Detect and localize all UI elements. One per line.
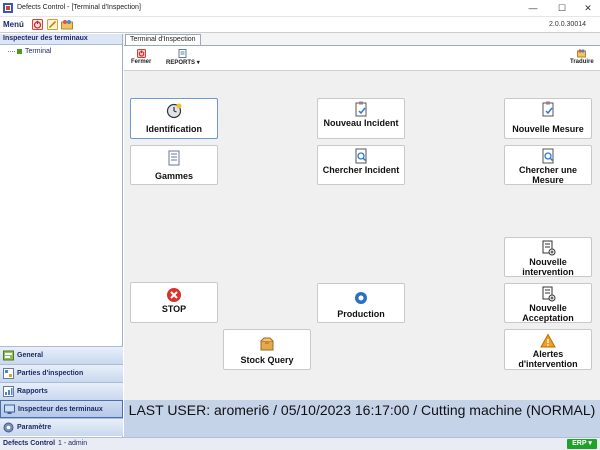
translate-button[interactable]: Traduire (570, 49, 594, 65)
close-form-button[interactable]: Fermer (131, 49, 151, 65)
nouvelle-mesure-tile[interactable]: Nouvelle Mesure (504, 98, 592, 139)
nouvelle-intervention-label: Nouvelle intervention (522, 257, 574, 277)
settings-icon (3, 422, 14, 433)
alertes-intervention-tile[interactable]: Alertes d'intervention (504, 329, 592, 370)
nav-label: Inspecteur des terminaux (18, 406, 103, 413)
tree-item-label: Terminal (25, 48, 52, 55)
stock-query-label: Stock Query (240, 355, 294, 365)
nav-label: Rapports (17, 388, 48, 395)
left-panel: Inspecteur des terminaux Terminal Genera… (0, 34, 123, 437)
identification-label: Identification (146, 124, 202, 134)
search-document-icon (542, 148, 554, 164)
erp-button[interactable]: ERP ▾ (567, 439, 597, 449)
reports-doc-icon (178, 49, 187, 58)
group-icon[interactable] (61, 19, 73, 30)
reports-icon (3, 386, 14, 397)
chevron-down-icon: ▾ (196, 60, 200, 66)
inspection-parts-icon (3, 368, 14, 379)
stop-icon (167, 288, 181, 302)
nav-item-settings[interactable]: Paramètre (0, 418, 123, 436)
gammes-label: Gammes (154, 171, 194, 181)
tree-item-terminal[interactable]: Terminal (8, 48, 51, 55)
chercher-mesure-tile[interactable]: Chercher une Mesure (504, 145, 592, 185)
close-button[interactable]: ✕ (578, 0, 598, 17)
main-menu[interactable]: Menú (3, 20, 24, 29)
title-bar: Defects Control - [Terminal d'Inspection… (0, 0, 600, 17)
nav-item-general[interactable]: General (0, 346, 123, 364)
alertes-intervention-label: Alertes d'intervention (518, 349, 578, 369)
production-tile[interactable]: Production (317, 283, 405, 323)
status-bar: Defects Control 1 - admin ERP ▾ (0, 437, 600, 450)
search-document-icon (355, 148, 367, 164)
nouvelle-acceptation-label: Nouvelle Acceptation (522, 303, 574, 323)
tile-area: Identification Gammes Nouveau Incident C… (124, 71, 600, 400)
box-icon (260, 337, 274, 351)
app-icon (3, 3, 13, 13)
production-label: Production (337, 309, 385, 319)
nav-label: Parties d'inspection (17, 370, 84, 377)
chercher-incident-tile[interactable]: Chercher Incident (317, 145, 405, 185)
terminal-inspector-icon (4, 404, 15, 414)
nouveau-incident-label: Nouveau Incident (323, 118, 399, 128)
tree-connector (8, 50, 15, 52)
toolbar: Fermer REPORTS ▾ Traduire (124, 45, 600, 71)
translate-label: Traduire (570, 59, 594, 65)
add-form-icon (542, 240, 556, 256)
warning-icon (540, 333, 556, 348)
power-icon[interactable] (32, 19, 43, 30)
minimize-button[interactable]: — (523, 0, 543, 17)
version-label: 2.0.0.30014 (549, 21, 586, 28)
production-gear-icon (355, 292, 367, 304)
status-app-name: Defects Control (3, 440, 56, 447)
status-user: 1 - admin (58, 440, 88, 447)
document-list-icon (168, 150, 180, 166)
nouvelle-mesure-label: Nouvelle Mesure (512, 124, 584, 134)
stock-query-tile[interactable]: Stock Query (223, 329, 311, 370)
maximize-button[interactable]: ☐ (552, 0, 572, 17)
close-form-label: Fermer (131, 59, 152, 65)
add-form-icon (542, 286, 556, 302)
gammes-tile[interactable]: Gammes (130, 145, 218, 185)
identification-tile[interactable]: Identification (130, 98, 218, 139)
translate-icon (577, 49, 587, 58)
clipboard-check-icon (542, 101, 554, 117)
nouveau-incident-tile[interactable]: Nouveau Incident (317, 98, 405, 139)
nouvelle-acceptation-tile[interactable]: Nouvelle Acceptation (504, 283, 592, 323)
terminal-node-icon (17, 48, 22, 54)
nav-item-terminal-inspector[interactable]: Inspecteur des terminaux (0, 400, 123, 418)
stop-tile[interactable]: STOP (130, 282, 218, 323)
reports-button[interactable]: REPORTS ▾ (166, 49, 200, 66)
clipboard-check-icon (355, 101, 367, 117)
left-panel-header: Inspecteur des terminaux (0, 34, 122, 45)
general-icon (3, 350, 14, 361)
tab-strip: Terminal d'Inspection (123, 33, 600, 46)
nav-label: Paramètre (17, 424, 52, 431)
nav-item-inspection-parts[interactable]: Parties d'inspection (0, 364, 123, 382)
chercher-mesure-label: Chercher une Mesure (518, 165, 578, 185)
chercher-incident-label: Chercher Incident (322, 165, 400, 175)
last-user-status: LAST USER: aromeri6 / 05/10/2023 16:17:0… (124, 400, 600, 437)
nav-item-reports[interactable]: Rapports (0, 382, 123, 400)
edit-icon[interactable] (47, 19, 58, 30)
window-title: Defects Control - [Terminal d'Inspection… (17, 4, 141, 11)
menu-bar: Menú 2.0.0.30014 (0, 17, 600, 33)
reports-label: REPORTS (166, 60, 196, 66)
close-form-icon (136, 49, 146, 58)
nav-list: General Parties d'inspection Rapports In… (0, 346, 123, 436)
nouvelle-intervention-tile[interactable]: Nouvelle intervention (504, 237, 592, 277)
clock-user-icon (166, 103, 182, 119)
nav-label: General (17, 352, 44, 359)
stop-label: STOP (161, 304, 187, 314)
